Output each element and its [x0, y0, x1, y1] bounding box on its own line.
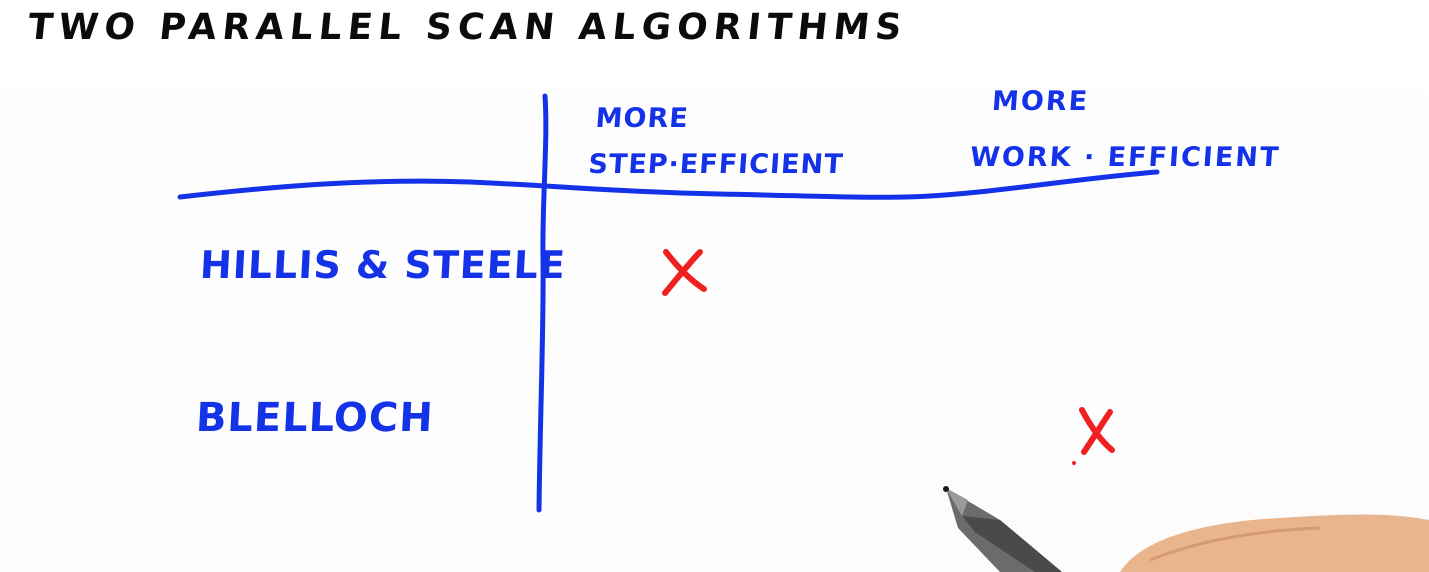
column-header-line2: STEP·EFFICIENT — [587, 149, 845, 180]
vertical-divider — [536, 93, 549, 513]
column-header-line1: MORE — [594, 103, 690, 134]
column-header-line2: WORK · EFFICIENT — [968, 142, 1282, 173]
pen-icon — [943, 486, 1429, 572]
column-header-line1: MORE — [990, 86, 1091, 117]
row-label-blelloch: BLELLOCH — [194, 395, 435, 441]
column-header-work-efficient: MORE WORK · EFFICIENT — [968, 74, 1286, 186]
row-label-hillis-steele: HILLIS & STEELE — [198, 243, 568, 287]
cross-mark-icon — [662, 249, 707, 296]
whiteboard: TWO PARALLEL SCAN ALGORITHMS MORE STEP·E… — [0, 0, 1429, 572]
cross-mark-icon — [1072, 407, 1115, 465]
column-header-step-efficient: MORE STEP·EFFICIENT — [587, 96, 848, 188]
